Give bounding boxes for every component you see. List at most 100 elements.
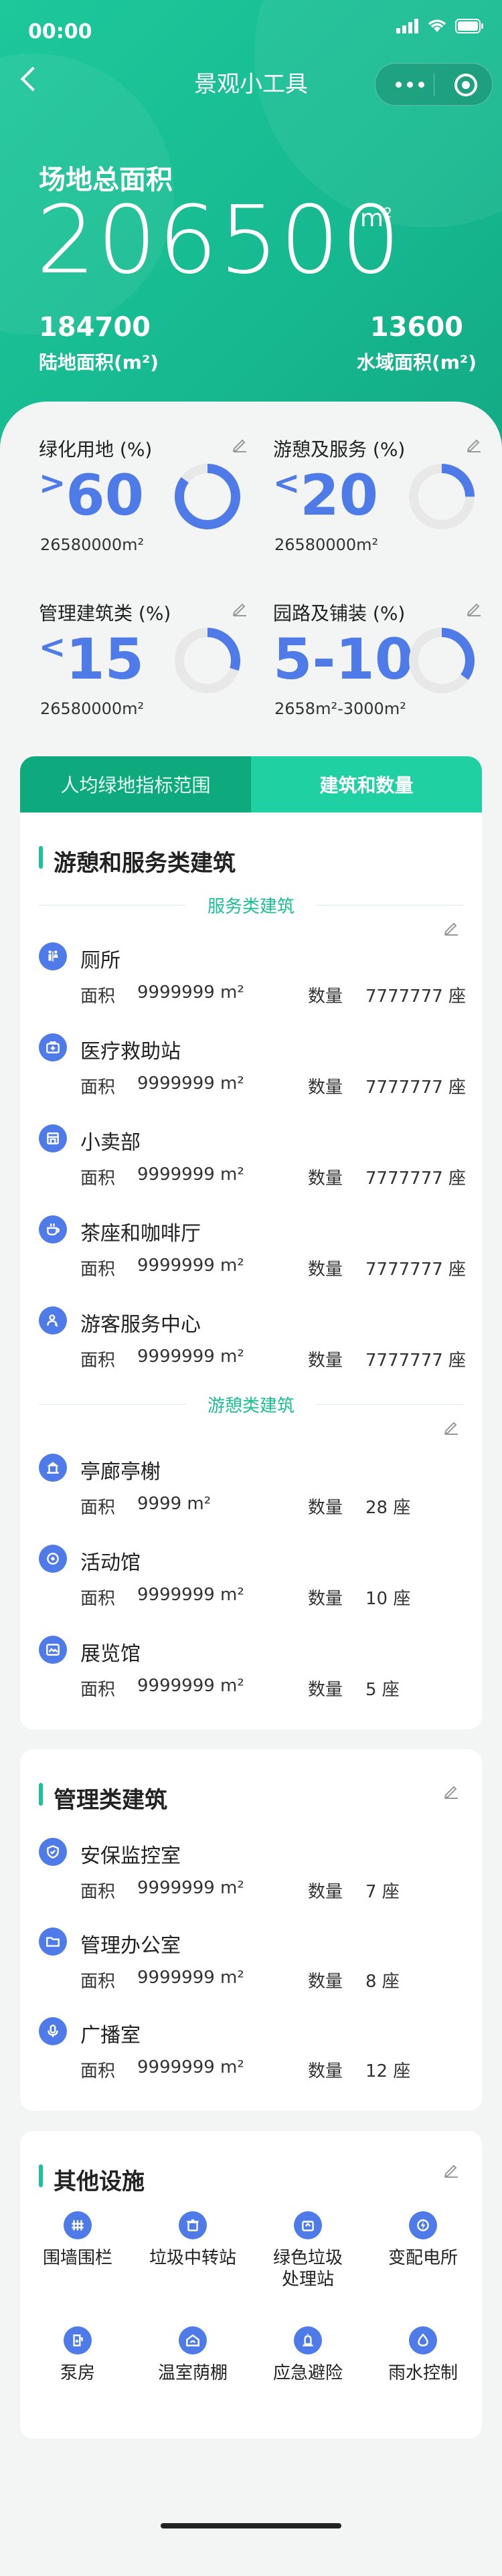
edit-icon[interactable]	[232, 600, 248, 619]
facility-label: 绿色垃圾 处理站	[272, 2248, 343, 2290]
quantity-value: 7777777 座	[365, 1169, 467, 1189]
facility-label: 雨水控制	[388, 2363, 458, 2383]
facility-label: 围墙围栏	[42, 2248, 112, 2268]
facility-label: 应急避险	[272, 2363, 343, 2383]
facility-rain-drop[interactable]: 雨水控制	[365, 2326, 481, 2384]
area-label: 面积	[80, 1882, 116, 1902]
land-area-value: 184700	[39, 312, 151, 343]
security-shield-icon	[39, 1838, 67, 1866]
facility-label: 垃圾中转站	[149, 2248, 236, 2268]
close-target-icon[interactable]	[454, 74, 477, 96]
edit-icon[interactable]	[443, 920, 459, 936]
wifi-icon	[428, 19, 446, 32]
item-name: 亭廊亭榭	[80, 1460, 161, 1484]
area-value: 9999999 m²	[137, 1347, 244, 1367]
quantity-value: 7777777 座	[365, 986, 467, 1007]
mini-program-capsule[interactable]	[375, 63, 493, 106]
power-icon	[409, 2211, 437, 2239]
stat-green-land[interactable]: 绿化用地 (%) >60 26580000m²	[39, 435, 253, 582]
item-name: 医疗救助站	[80, 1040, 181, 1063]
facility-greenhouse[interactable]: 温室荫棚	[135, 2326, 250, 2384]
quantity-value: 7777777 座	[365, 1351, 467, 1371]
area-label: 面积	[80, 1589, 116, 1609]
area-value: 9999999 m²	[137, 982, 244, 1003]
edit-icon[interactable]	[232, 436, 248, 455]
facility-label: 变配电所	[388, 2248, 458, 2268]
stat-title: 园路及铺装 (%)	[273, 602, 406, 624]
area-value: 9999999 m²	[137, 1256, 244, 1276]
area-label: 面积	[80, 2061, 116, 2081]
area-label: 面积	[80, 986, 116, 1007]
stat-roads-paving[interactable]: 园路及铺装 (%) 5-10 2658m²-3000m²	[273, 599, 487, 746]
area-value: 9999999 m²	[137, 1585, 244, 1605]
quantity-value: 12 座	[365, 2061, 411, 2081]
stat-area: 26580000m²	[40, 535, 145, 554]
medical-kit-icon	[39, 1033, 67, 1061]
item-name: 游客服务中心	[80, 1313, 201, 1337]
item-name: 小卖部	[80, 1131, 141, 1154]
exhibition-icon	[39, 1636, 67, 1664]
quantity-label: 数量	[308, 1260, 343, 1280]
stat-area: 26580000m²	[40, 699, 145, 718]
pavilion-icon	[39, 1454, 67, 1482]
quantity-label: 数量	[308, 1882, 343, 1902]
area-value: 9999999 m²	[137, 1968, 244, 1988]
quantity-label: 数量	[308, 1351, 343, 1371]
stat-management[interactable]: 管理建筑类 (%) <15 26580000m²	[39, 599, 253, 746]
edit-icon[interactable]	[443, 1783, 459, 1799]
section-accent-bar	[39, 846, 43, 869]
stat-recreation-service[interactable]: 游憩及服务 (%) <20 26580000m²	[273, 435, 487, 582]
progress-ring	[409, 628, 475, 693]
facility-pump[interactable]: 泵房	[20, 2326, 135, 2384]
area-label: 面积	[80, 1351, 116, 1371]
stat-value: <15	[39, 626, 145, 692]
progress-ring	[175, 628, 240, 693]
facility-power[interactable]: 变配电所	[365, 2211, 481, 2269]
progress-ring	[409, 464, 475, 529]
water-area-value: 13600	[369, 312, 463, 343]
quantity-value: 7777777 座	[365, 1260, 467, 1280]
quantity-value: 7 座	[365, 1882, 400, 1902]
edit-icon[interactable]	[443, 2162, 459, 2178]
section-title: 其他设施	[54, 2168, 145, 2195]
item-name: 厕所	[80, 949, 120, 972]
edit-icon[interactable]	[443, 1419, 459, 1435]
area-label: 面积	[80, 1260, 116, 1280]
group-label-recreation: 游憩类建筑	[207, 1396, 295, 1416]
edit-icon[interactable]	[466, 436, 482, 455]
section-accent-bar	[39, 1783, 43, 1806]
greenhouse-icon	[179, 2326, 207, 2354]
pump-icon	[64, 2326, 92, 2354]
rain-drop-icon	[409, 2326, 437, 2354]
section-title: 游憩和服务类建筑	[54, 850, 236, 877]
stat-value: 5-10	[273, 626, 414, 692]
quantity-label: 数量	[308, 2061, 343, 2081]
item-name: 展览馆	[80, 1642, 141, 1666]
quantity-value: 7777777 座	[365, 1078, 467, 1098]
tab-per-capita-green[interactable]: 人均绿地指标范围	[20, 756, 251, 812]
total-area-value: 206500	[36, 186, 402, 295]
fence-icon	[64, 2211, 92, 2239]
stat-area: 26580000m²	[274, 535, 379, 554]
facility-label: 温室荫棚	[157, 2363, 228, 2383]
facility-recycle[interactable]: 绿色垃圾 处理站	[250, 2211, 365, 2290]
edit-icon[interactable]	[466, 600, 482, 619]
quantity-label: 数量	[308, 1078, 343, 1098]
service-person-icon	[39, 1306, 67, 1335]
facility-emergency[interactable]: 应急避险	[250, 2326, 365, 2384]
tab-buildings[interactable]: 建筑和数量	[251, 756, 482, 812]
area-value: 9999999 m²	[137, 1878, 244, 1898]
quantity-value: 10 座	[365, 1589, 411, 1609]
shop-icon	[39, 1124, 67, 1152]
more-icon[interactable]	[396, 82, 424, 88]
facility-fence[interactable]: 围墙围栏	[20, 2211, 135, 2269]
stat-title: 管理建筑类 (%)	[39, 602, 171, 624]
emergency-icon	[294, 2326, 322, 2354]
quantity-label: 数量	[308, 1169, 343, 1189]
area-label: 面积	[80, 1972, 116, 1992]
quantity-label: 数量	[308, 1498, 343, 1518]
quantity-value: 5 座	[365, 1680, 400, 1700]
area-value: 9999999 m²	[137, 1165, 244, 1185]
facility-trash[interactable]: 垃圾中转站	[135, 2211, 250, 2269]
facility-label: 泵房	[60, 2363, 95, 2383]
